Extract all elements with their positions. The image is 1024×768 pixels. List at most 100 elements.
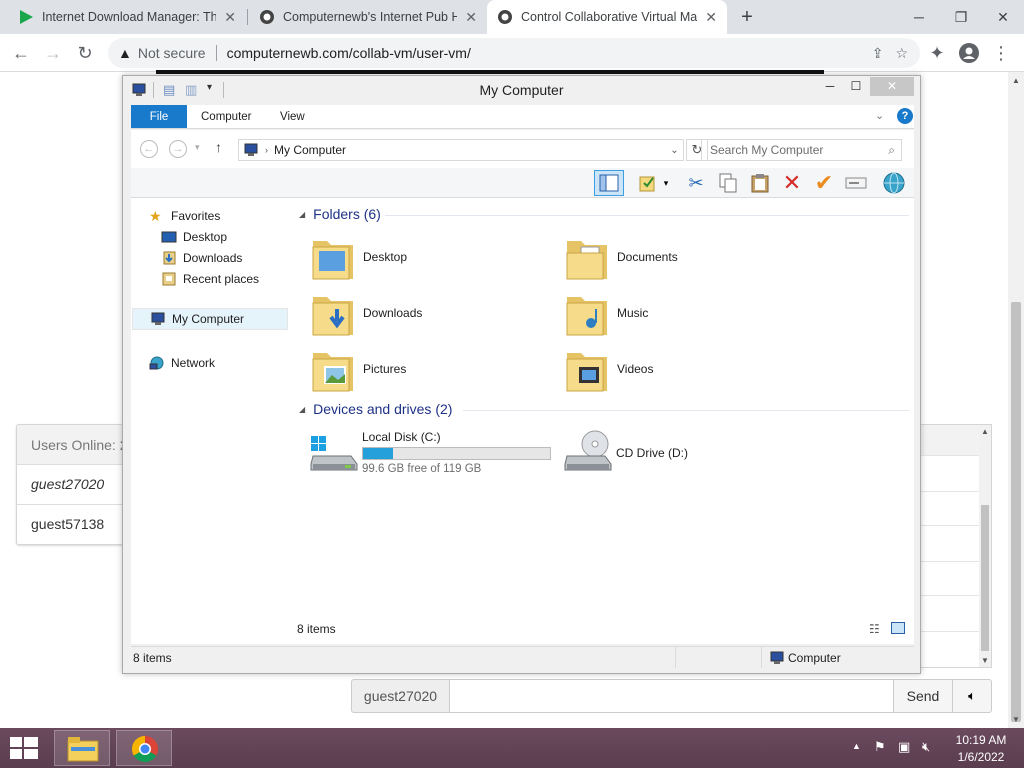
close-tab-icon[interactable]: ✕ [705,9,717,26]
share-icon[interactable]: ⇪ [872,45,884,62]
network-globe-icon[interactable] [879,170,909,196]
recent-locations-dropdown-icon[interactable]: ▾ [195,142,200,153]
drive-local-disk-c[interactable]: Local Disk (C:) 99.6 GB free of 119 GB [309,428,551,482]
ribbon-tab-computer[interactable]: Computer [188,105,265,128]
address-dropdown-icon[interactable]: ⌄ [665,144,683,156]
folder-documents[interactable]: Documents [565,232,805,282]
new-tab-button[interactable]: + [736,6,758,28]
action-center-flag-icon[interactable]: ⚑ [874,739,886,755]
large-icons-view-icon[interactable] [891,622,905,634]
profile-avatar-icon[interactable] [956,40,982,66]
details-view-icon[interactable]: ☷ [869,622,880,636]
page-scrollbar[interactable]: ▲ ▼ [1008,72,1024,728]
restore-window-button[interactable]: ❐ [940,0,982,34]
drive-usage-fill [363,448,393,459]
ribbon-tab-file[interactable]: File [131,105,187,128]
windows-start-icon[interactable] [10,737,38,761]
user-list-item[interactable]: guest57138 [17,505,130,544]
folder-label: Music [617,306,649,320]
preview-pane-button[interactable] [594,170,624,196]
close-tab-icon[interactable]: ✕ [224,9,236,26]
pictures-folder-icon [311,345,355,393]
clock-time[interactable]: 10:19 AM [946,733,1016,747]
back-button[interactable]: ← [8,40,34,66]
send-button[interactable]: Send [893,679,953,713]
nav-desktop[interactable]: Desktop [161,227,227,247]
reload-button[interactable]: ↻ [72,40,98,66]
navigation-pane: ★ Favorites Desktop Downloads Recent pla… [131,198,289,644]
explorer-search-box[interactable]: Search My Computer ⌕ [701,139,902,161]
delete-x-icon[interactable]: ✕ [777,170,807,196]
taskbar-file-explorer-button[interactable] [54,730,110,766]
explorer-address-bar[interactable]: › My Computer ⌄ [238,139,684,161]
close-window-button[interactable]: ✕ [982,0,1024,34]
explorer-maximize-button[interactable]: ☐ [847,79,865,93]
folder-desktop[interactable]: Desktop [311,232,551,282]
url-text[interactable]: computernewb.com/collab-vm/user-vm/ [227,45,471,61]
user-list-item[interactable]: guest27020 [17,465,130,505]
nav-favorites[interactable]: ★ Favorites [149,206,220,226]
voice-speaker-button[interactable]: 🔈︎ [952,679,992,713]
nav-network[interactable]: Network [149,353,215,373]
chat-panel: ▲ ▼ [920,424,992,668]
folder-videos[interactable]: Videos [565,344,805,394]
browser-tab-pub-hub[interactable]: Computernewb's Internet Pub Hu ✕ [249,0,487,34]
ribbon-tab-view[interactable]: View [267,105,318,128]
browser-menu-icon[interactable]: ⋮ [988,40,1014,66]
folders-group-header[interactable]: ◢ Folders (6) [299,206,381,222]
explorer-back-button[interactable]: ← [140,140,158,158]
folder-label: Desktop [363,250,408,264]
videos-folder-icon [565,345,609,393]
paste-clipboard-icon[interactable] [745,170,775,196]
explorer-title-bar[interactable]: ▤ ▥ ▾ My Computer ─ ☐ ✕ [123,76,920,104]
explorer-close-button[interactable]: ✕ [870,77,914,96]
nav-downloads[interactable]: Downloads [161,248,242,268]
folder-label: Downloads [363,306,423,320]
drive-cd-d[interactable]: CD Drive (D:) [563,428,763,482]
folder-downloads[interactable]: Downloads [311,288,551,338]
browser-tab-idm[interactable]: Internet Download Manager: The ✕ [8,0,246,34]
users-online-header: Users Online: 2 [17,425,130,465]
explorer-forward-button[interactable]: → [169,140,187,158]
browser-tab-collab-vm[interactable]: Control Collaborative Virtual Ma ✕ [487,0,727,34]
properties-dropdown-icon[interactable]: ▾ [659,170,673,196]
rename-check-icon[interactable]: ✔ [809,170,839,196]
folder-music[interactable]: Music [565,288,805,338]
nav-my-computer[interactable]: My Computer [132,308,288,330]
cut-scissors-icon[interactable]: ✂ [681,170,711,196]
clock-date[interactable]: 1/6/2022 [946,750,1016,764]
address-bar[interactable]: ▲ Not secure computernewb.com/collab-vm/… [108,38,920,68]
computer-icon [150,312,166,326]
bookmark-star-icon[interactable]: ☆ [895,45,908,62]
minimize-window-button[interactable]: ─ [898,0,940,34]
chat-scrollbar[interactable]: ▲ ▼ [979,425,991,667]
up-one-level-button[interactable]: ↑ [215,139,222,155]
warning-icon: ▲ [118,45,132,61]
nav-recent-places[interactable]: Recent places [161,269,259,289]
nav-recent-places-label: Recent places [183,272,260,286]
devices-group-header[interactable]: ◢ Devices and drives (2) [299,401,452,417]
ribbon-expand-chevron-icon[interactable]: ⌄ [875,109,884,122]
show-hidden-icons-chevron-icon[interactable]: ▲ [852,741,861,751]
drive-usage-bar [362,447,551,460]
volume-muted-icon[interactable]: 🔇︎ [922,739,930,755]
items-count-inner: 8 items [297,622,336,636]
copy-icon[interactable] [713,170,743,196]
explorer-title: My Computer [479,82,564,98]
close-tab-icon[interactable]: ✕ [465,9,477,26]
forward-button[interactable]: → [40,40,66,66]
explorer-body: ★ Favorites Desktop Downloads Recent pla… [131,198,914,644]
help-icon[interactable]: ? [897,108,913,124]
security-label[interactable]: Not secure [138,45,206,61]
search-placeholder: Search My Computer [710,143,824,157]
map-drive-icon[interactable] [841,170,871,196]
devices-group-title: Devices and drives (2) [313,401,453,417]
network-status-icon[interactable]: ▣ [898,739,910,755]
taskbar-chrome-button[interactable] [116,730,172,766]
desktop-folder-icon [311,233,355,281]
collapse-triangle-icon: ◢ [299,209,306,219]
explorer-minimize-button[interactable]: ─ [821,79,839,93]
chat-message-input[interactable] [449,679,894,713]
extensions-puzzle-icon[interactable]: ✦ [924,40,950,66]
folder-pictures[interactable]: Pictures [311,344,551,394]
